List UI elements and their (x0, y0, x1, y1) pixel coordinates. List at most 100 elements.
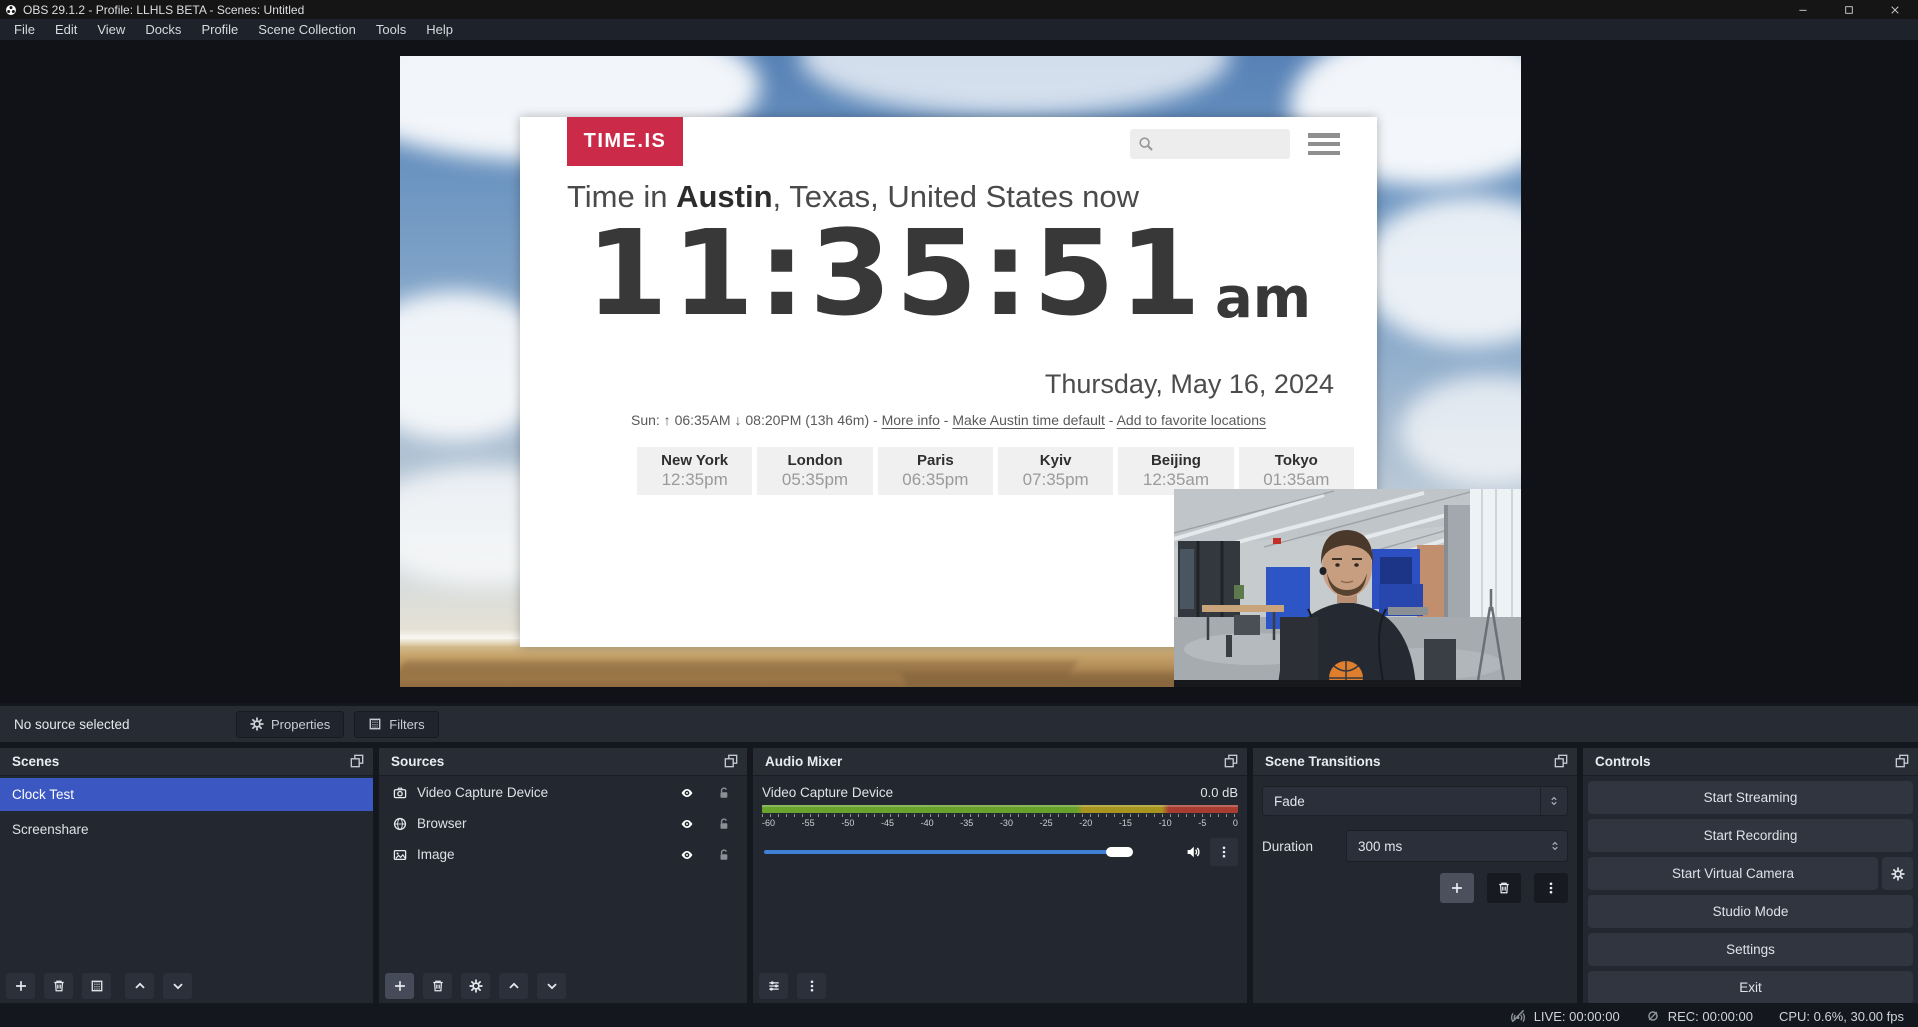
remove-source-button[interactable] (423, 973, 452, 999)
filters-button[interactable]: Filters (354, 711, 438, 738)
add-transition-button[interactable] (1440, 873, 1474, 903)
duration-label: Duration (1262, 839, 1346, 854)
city-name: Kyiv (1040, 452, 1072, 469)
scenes-header[interactable]: Scenes (0, 748, 373, 776)
meter-scale: -60-55-50-45-40-35-30-25-20-15-10-50 (762, 818, 1238, 828)
add-scene-button[interactable] (6, 973, 35, 999)
mixer-toolbar (759, 973, 826, 999)
scenes-panel: Scenes Clock Test Screenshare (0, 748, 373, 1003)
remove-scene-button[interactable] (44, 973, 73, 999)
popout-icon[interactable] (1895, 754, 1909, 768)
preview-canvas[interactable]: TIME.IS Time in Austin, Texas, United St… (400, 56, 1521, 687)
scene-up-button[interactable] (125, 973, 154, 999)
no-source-label: No source selected (14, 717, 226, 732)
visibility-eye-icon[interactable] (680, 848, 694, 862)
source-down-button[interactable] (537, 973, 566, 999)
scene-filters-button[interactable] (82, 973, 111, 999)
duration-value: 300 ms (1347, 839, 1543, 854)
city-card: London05:35pm (757, 447, 872, 495)
start-recording-button[interactable]: Start Recording (1588, 819, 1913, 852)
filters-label: Filters (389, 717, 424, 732)
tick: -40 (921, 818, 934, 828)
city-card: Beijing12:35am (1118, 447, 1233, 495)
timeis-sun-line: Sun: ↑ 06:35AM ↓ 08:20PM (13h 46m) - Mor… (520, 412, 1377, 428)
duration-spinbox[interactable]: 300 ms (1346, 830, 1568, 862)
city-name: London (788, 452, 843, 469)
scene-label: Clock Test (12, 787, 74, 802)
close-button[interactable] (1872, 0, 1918, 19)
source-toolbar: No source selected Properties Filters (0, 706, 1918, 742)
scene-down-button[interactable] (163, 973, 192, 999)
menu-view[interactable]: View (87, 19, 135, 40)
start-streaming-button[interactable]: Start Streaming (1588, 781, 1913, 814)
add-source-button[interactable] (385, 973, 414, 999)
transitions-header[interactable]: Scene Transitions (1253, 748, 1577, 776)
city-time: 06:35pm (902, 470, 968, 490)
popout-icon[interactable] (724, 754, 738, 768)
source-label: Image (417, 847, 455, 862)
exit-button[interactable]: Exit (1588, 971, 1913, 1003)
sources-toolbar (385, 973, 566, 999)
source-properties-button[interactable] (461, 973, 490, 999)
controls-panel: Controls Start Streaming Start Recording… (1583, 748, 1918, 1003)
transition-options-kebab[interactable] (1534, 873, 1568, 903)
meter-tick-marks (762, 814, 1238, 817)
sun-sep: - (1105, 412, 1117, 428)
speaker-icon[interactable] (1185, 844, 1201, 860)
properties-button[interactable]: Properties (236, 711, 344, 738)
transition-select[interactable]: Fade (1262, 786, 1568, 816)
studio-mode-button[interactable]: Studio Mode (1588, 895, 1913, 928)
start-virtual-camera-button[interactable]: Start Virtual Camera (1588, 857, 1878, 890)
dropdown-arrows-icon[interactable] (1540, 787, 1567, 815)
menu-file[interactable]: File (4, 19, 45, 40)
source-item-browser[interactable]: Browser (379, 809, 747, 838)
virtual-camera-settings-button[interactable] (1882, 857, 1913, 890)
volume-slider-handle[interactable] (1106, 847, 1133, 857)
tick: -10 (1159, 818, 1172, 828)
spinner-arrows-icon[interactable] (1543, 840, 1567, 852)
visibility-eye-icon[interactable] (680, 786, 694, 800)
visibility-eye-icon[interactable] (680, 817, 694, 831)
volume-slider[interactable] (762, 838, 1176, 866)
menu-scene-collection[interactable]: Scene Collection (248, 19, 366, 40)
favorite-link: Add to favorite locations (1117, 412, 1266, 428)
mixer-menu-kebab[interactable] (797, 973, 826, 999)
audio-mixer-header[interactable]: Audio Mixer (753, 748, 1247, 776)
sources-panel: Sources Video Capture Device Browser Ima… (379, 748, 747, 1003)
source-up-button[interactable] (499, 973, 528, 999)
scene-item-clock-test[interactable]: Clock Test (0, 778, 373, 811)
clock-digits: 11:35:51 (586, 225, 1205, 322)
menu-help[interactable]: Help (416, 19, 463, 40)
sources-header[interactable]: Sources (379, 748, 747, 776)
webcam-video (1174, 489, 1521, 687)
audio-mixer-title: Audio Mixer (765, 754, 842, 769)
city-card: Paris06:35pm (878, 447, 993, 495)
mixer-options-kebab[interactable] (1210, 838, 1238, 866)
scene-item-screenshare[interactable]: Screenshare (0, 813, 373, 846)
minimize-button[interactable] (1780, 0, 1826, 19)
unlock-icon[interactable] (717, 817, 731, 831)
controls-header[interactable]: Controls (1583, 748, 1918, 776)
menu-profile[interactable]: Profile (191, 19, 248, 40)
unlock-icon[interactable] (717, 848, 731, 862)
statusbar: LIVE: 00:00:00 REC: 00:00:00 CPU: 0.6%, … (0, 1005, 1918, 1027)
unlock-icon[interactable] (717, 786, 731, 800)
popout-icon[interactable] (350, 754, 364, 768)
menu-tools[interactable]: Tools (366, 19, 416, 40)
menu-edit[interactable]: Edit (45, 19, 87, 40)
popout-icon[interactable] (1554, 754, 1568, 768)
settings-button[interactable]: Settings (1588, 933, 1913, 966)
source-item-video-capture[interactable]: Video Capture Device (379, 778, 747, 807)
city-time: 05:35pm (782, 470, 848, 490)
sun-sep: - (940, 412, 952, 428)
remove-transition-button[interactable] (1487, 873, 1521, 903)
maximize-button[interactable] (1826, 0, 1872, 19)
advanced-audio-button[interactable] (759, 973, 788, 999)
city-name: Tokyo (1275, 452, 1318, 469)
city-time: 12:35am (1143, 470, 1209, 490)
timeis-search-box (1130, 129, 1290, 159)
popout-icon[interactable] (1224, 754, 1238, 768)
menu-docks[interactable]: Docks (135, 19, 191, 40)
source-item-image[interactable]: Image (379, 840, 747, 869)
tick: -45 (881, 818, 894, 828)
